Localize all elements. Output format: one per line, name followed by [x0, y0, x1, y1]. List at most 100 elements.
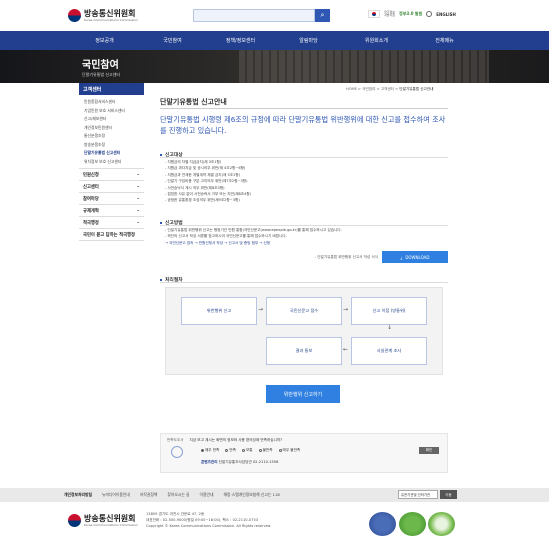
chevron-down-icon: ⌄ — [136, 184, 140, 189]
method-list: - 단말기유통법 위반행위 신고는 행정기관 민원 통합(국민신문고(www.e… — [165, 227, 445, 246]
korea-flag-icon — [368, 10, 380, 18]
footer-link[interactable]: 저작권정책 — [140, 492, 157, 498]
chevron-down-icon: ⌄ — [136, 196, 140, 201]
gnb-item-participation[interactable]: 국민참여 — [139, 37, 207, 44]
page-title: 단말기유통법 신고안내 — [160, 98, 227, 106]
footer-logo-subtitle: Korea Communications Commission — [84, 522, 138, 527]
download-icon: ⤓ — [400, 254, 403, 260]
process-step: 위반행위 신고 — [181, 297, 257, 325]
footer-link-privacy[interactable]: 개인정보처리방침 — [64, 492, 92, 498]
gnb-item-about[interactable]: 위원회소개 — [343, 37, 411, 44]
content-manager: 콘텐츠관리 단말기유통조사담당관 02-2110-1556 — [201, 460, 279, 464]
footer-link[interactable]: 찾아오시는 길 — [167, 492, 189, 498]
target-list: - 지원금의 차별 지급금지(제 3조1항) - 지원금 과다지급 및 공시의무… — [165, 159, 445, 204]
taeguk-emblem-icon — [68, 514, 81, 527]
logo-subtitle: Korea Communications Commission — [84, 17, 138, 22]
lnb-item[interactable]: 규제개혁 ⌄ — [79, 205, 144, 217]
lnb-item[interactable]: 적극행정 ⌄ — [79, 217, 144, 229]
footer-links: 개인정보처리방침 뉴미디어이용안내 저작권정책 찾아오시는 길 이용안내 해킹·… — [64, 492, 280, 498]
utility-links: 국가정보 개방자료 정부3.0 발원 ENGLISH — [368, 10, 456, 18]
footer-link[interactable]: 해킹·스팸개인정보침해 신고는 118 — [224, 492, 280, 498]
gnb-item-all-menu[interactable]: 전체메뉴 — [411, 37, 479, 44]
lnb-sub-item[interactable]: 기업민원 보호 서비스센터 — [84, 107, 144, 116]
breadcrumb: HOME > 국민참여 > 고객센터 > 단말기유통법 신고안내 — [346, 87, 434, 91]
download-button[interactable]: ⤓ DOWNLOAD — [382, 251, 448, 263]
process-step: 국민신문고 접수 — [266, 297, 342, 325]
local-navigation: 고객센터 민원종합서비스센터 기업민원 보호 서비스센터 신고/제보센터 개인정… — [79, 83, 144, 241]
logo-title: 방송통신위원회 — [84, 8, 136, 18]
report-violation-button[interactable]: 위반행위 신고하기 — [266, 385, 340, 403]
globe-icon — [426, 11, 433, 17]
search-input[interactable] — [193, 9, 315, 22]
lnb-sub-item[interactable]: 위치정보 보호 신고센터 — [84, 158, 144, 167]
process-step: 신고 이첩 (방통위) — [351, 297, 427, 325]
english-link[interactable]: ENGLISH — [436, 12, 456, 17]
title-divider — [160, 108, 448, 109]
lnb-item[interactable]: 참여마당 ⌄ — [79, 193, 144, 205]
search-button[interactable]: ⌕ — [315, 9, 330, 22]
lnb-item[interactable]: 민원신청 ⌄ — [79, 169, 144, 181]
go-button[interactable]: 이동 — [440, 490, 457, 499]
process-step: 결과 통보 — [266, 337, 342, 365]
search-bar: ⌕ — [193, 9, 330, 22]
lnb-sub-item[interactable]: 민원종합서비스센터 — [84, 98, 144, 107]
smiley-icon — [171, 446, 183, 458]
arrow-right-icon: → — [343, 306, 349, 313]
wa-mark-badge-icon — [428, 512, 455, 536]
lnb-sub-item[interactable]: 개인정보민원센터 — [84, 124, 144, 133]
radio-dissatisfied[interactable]: 불만족 — [258, 448, 273, 453]
radio-very-satisfied[interactable]: 매우 만족 — [201, 448, 219, 453]
lead-text: 단말기유통법 시행령 제6조의 규정에 따라 단말기유통법 위반행위에 대한 신… — [160, 115, 446, 135]
lnb-sub-item[interactable]: 신고/제보센터 — [84, 115, 144, 124]
list-item: - 공정한 유통환경 조성의무 위반(제9조2항~3항) — [165, 198, 240, 203]
process-diagram: 위반행위 신고 → 국민신문고 접수 → 신고 이첩 (방통위) ↓ 사실관계 … — [165, 287, 443, 375]
section-divider — [160, 157, 448, 158]
footer-logo: 방송통신위원회 Korea Communications Commission — [68, 514, 138, 527]
chevron-down-icon: ⌄ — [136, 208, 140, 213]
arrow-down-icon: ↓ — [387, 324, 393, 331]
radio-satisfied[interactable]: 만족 — [225, 448, 236, 453]
survey-options: 매우 만족 만족 보통 불만족 매우 불만족 — [201, 448, 300, 453]
search-icon: ⌕ — [320, 11, 325, 19]
download-label: - 단말기유통법 위반행위 신고서 작성 서식 — [314, 254, 378, 259]
radio-neutral[interactable]: 보통 — [242, 448, 253, 453]
footer-link[interactable]: 뉴미디어이용안내 — [102, 492, 130, 498]
footer-address: 13809 경기도 과천시 관문로 47, 2동 대표전화 : 02-500-9… — [146, 512, 272, 528]
certification-badge-icon — [369, 512, 396, 536]
chevron-down-icon: ⌄ — [136, 220, 140, 225]
gov3-logo[interactable]: 정부3.0 발원 — [399, 12, 422, 16]
breadcrumb-current: 단말기유통법 신고안내 — [399, 87, 434, 91]
lnb-sub-item[interactable]: 통신분쟁조정 — [84, 132, 144, 141]
taeguk-emblem-icon — [68, 9, 81, 22]
lnb-sub-item[interactable]: 방송분쟁조정 — [84, 141, 144, 150]
section-title: 국민참여 — [82, 60, 119, 71]
section-subtitle: 단말기유통법 신고센터 — [82, 72, 121, 77]
kcc-logo[interactable]: 방송통신위원회 Korea Communications Commission — [68, 9, 138, 22]
top-header: 방송통신위원회 Korea Communications Commission … — [0, 0, 549, 31]
lnb-sub-item-active[interactable]: 단말기유통법 신고센터 — [84, 149, 144, 158]
survey-submit-button[interactable]: 확인 — [419, 447, 439, 454]
breadcrumb-item[interactable]: 국민참여 — [362, 87, 375, 91]
footer-logo-title: 방송통신위원회 — [84, 513, 136, 523]
global-navigation: 정보공개 국민참여 정책/정보센터 알림마당 위원회소개 전체메뉴 — [0, 31, 549, 50]
gnb-item-policy[interactable]: 정책/정보센터 — [207, 37, 275, 44]
breadcrumb-home[interactable]: HOME — [346, 87, 357, 91]
process-step: 사실관계 조사 — [351, 337, 427, 365]
gov-info-link[interactable]: 국가정보 개방자료 — [384, 10, 395, 18]
satisfaction-survey: 만족도조사 지금 보고 계시는 화면의 정보와 사용 편의성에 만족하십니까? … — [160, 433, 448, 473]
footer-link[interactable]: 이용안내 — [200, 492, 214, 498]
gnb-item-notice[interactable]: 알림마당 — [275, 37, 343, 44]
arrow-right-icon: → — [258, 306, 264, 313]
arrow-left-icon: ← — [343, 346, 349, 353]
section-divider — [160, 282, 448, 283]
related-sites-select[interactable]: 유관기관및 산하기관 — [398, 490, 438, 499]
lnb-head-customer-center[interactable]: 고객센터 — [79, 83, 144, 95]
survey-label: 만족도조사 — [167, 438, 184, 442]
breadcrumb-item[interactable]: 고객센터 — [381, 87, 394, 91]
lnb-item[interactable]: 국민이 묻고 답하는 적극행정 — [79, 229, 144, 241]
chevron-down-icon: ⌄ — [136, 172, 140, 177]
gnb-item-disclosure[interactable]: 정보공개 — [71, 37, 139, 44]
download-row: - 단말기유통법 위반행위 신고서 작성 서식 ⤓ DOWNLOAD — [160, 251, 448, 263]
radio-very-dissatisfied[interactable]: 매우 불만족 — [278, 448, 300, 453]
lnb-item[interactable]: 신고센터 ⌄ — [79, 181, 144, 193]
